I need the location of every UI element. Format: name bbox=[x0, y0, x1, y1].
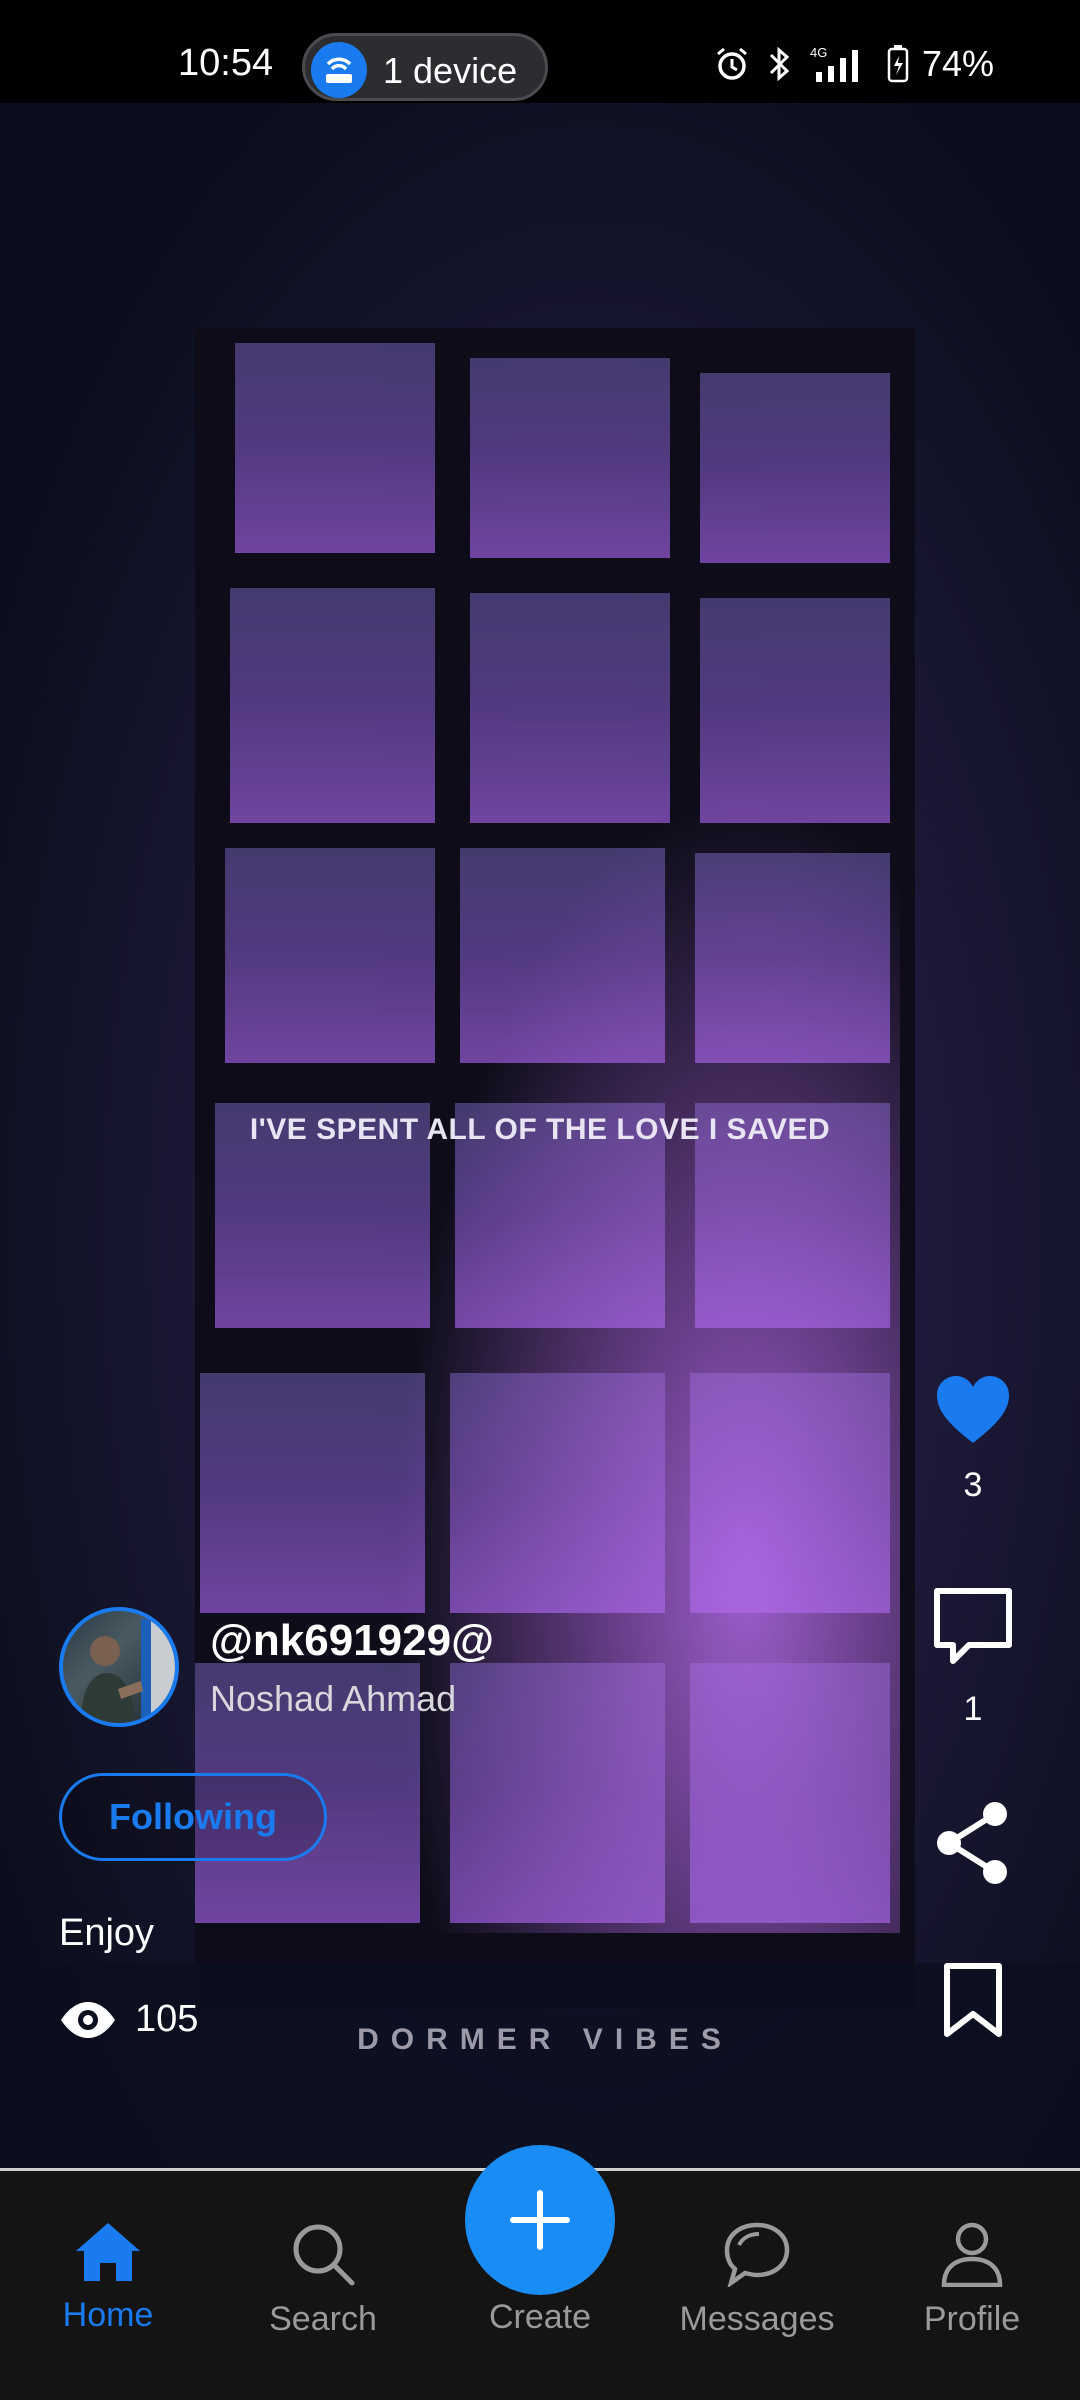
post-caption: Enjoy bbox=[59, 1912, 155, 1954]
heart-icon bbox=[937, 1376, 1009, 1443]
alarm-icon bbox=[716, 47, 747, 80]
connected-devices-pill[interactable]: 1 device bbox=[302, 33, 548, 101]
creator-avatar[interactable] bbox=[59, 1607, 179, 1727]
creator-username[interactable]: @nk691929@ bbox=[210, 1616, 494, 1666]
comment-count: 1 bbox=[963, 1690, 983, 1728]
creator-full-name: Noshad Ahmad bbox=[210, 1678, 457, 1719]
view-count: 105 bbox=[59, 1998, 198, 2041]
battery-charging-icon bbox=[887, 45, 909, 83]
comment-button[interactable]: 1 bbox=[918, 1585, 1028, 1729]
nav-messages-label: Messages bbox=[679, 2300, 835, 2338]
create-button[interactable] bbox=[465, 2145, 615, 2295]
status-icons: 4G 74% bbox=[714, 42, 994, 86]
bookmark-button[interactable] bbox=[918, 1962, 1028, 2043]
share-icon bbox=[937, 1802, 1007, 1884]
battery-percentage: 74% bbox=[921, 43, 994, 84]
video-lyric-text: I'VE SPENT ALL OF THE LOVE I SAVED bbox=[249, 1113, 831, 1146]
bluetooth-icon bbox=[769, 46, 790, 82]
nav-home-label: Home bbox=[62, 2296, 154, 2334]
nav-home[interactable]: Home bbox=[18, 2221, 198, 2335]
router-icon bbox=[311, 42, 367, 98]
status-time: 10:54 bbox=[178, 42, 274, 84]
eye-icon bbox=[61, 2001, 115, 2038]
like-count: 3 bbox=[963, 1466, 983, 1504]
nav-profile[interactable]: Profile bbox=[882, 2221, 1062, 2339]
bookmark-icon bbox=[944, 1963, 1002, 2037]
comment-icon bbox=[934, 1588, 1012, 1664]
like-button[interactable]: 3 bbox=[918, 1375, 1028, 1505]
search-icon bbox=[293, 2224, 355, 2286]
profile-icon bbox=[941, 2222, 1003, 2288]
signal-4g-icon: 4G bbox=[810, 45, 858, 82]
share-button[interactable] bbox=[918, 1800, 1028, 1891]
following-button[interactable]: Following bbox=[59, 1773, 327, 1861]
messages-icon bbox=[724, 2222, 790, 2289]
view-count-value: 105 bbox=[135, 1998, 199, 2040]
create-label: Create bbox=[488, 2298, 592, 2336]
nav-search[interactable]: Search bbox=[233, 2221, 413, 2339]
status-bar: 10:54 1 device 4G 74% bbox=[0, 0, 1080, 103]
connected-devices-label: 1 device bbox=[383, 50, 518, 91]
nav-search-label: Search bbox=[269, 2300, 377, 2338]
nav-messages[interactable]: Messages bbox=[667, 2221, 847, 2339]
svg-text:4G: 4G bbox=[810, 45, 827, 60]
home-icon bbox=[76, 2223, 140, 2281]
plus-icon bbox=[510, 2190, 570, 2250]
nav-profile-label: Profile bbox=[923, 2300, 1021, 2338]
